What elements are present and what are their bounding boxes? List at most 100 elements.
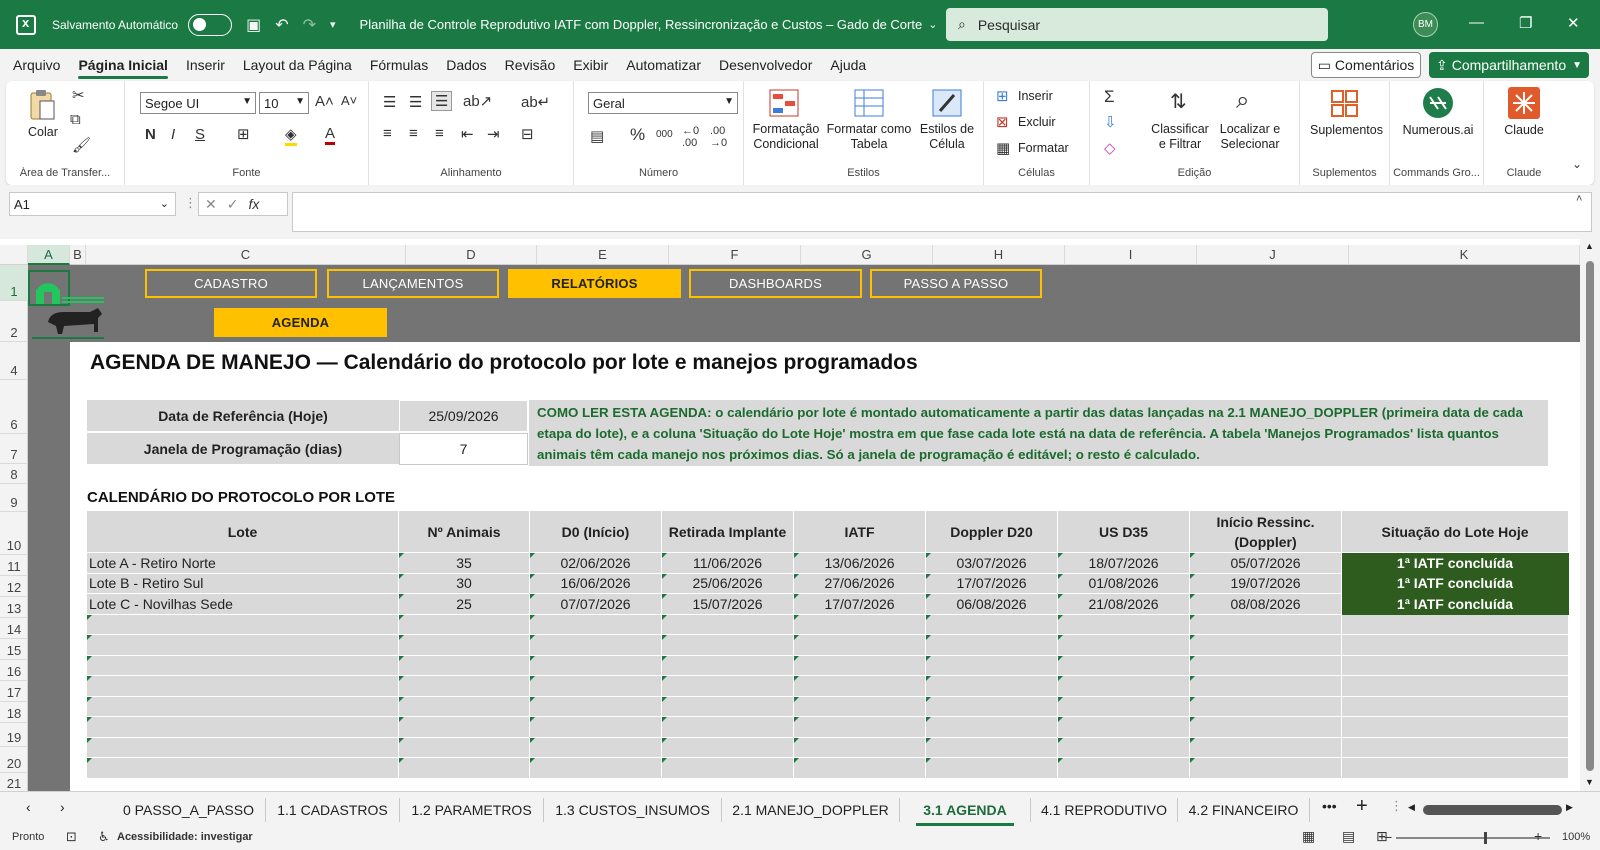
name-box[interactable]: A1 ⌄ [9, 192, 176, 216]
column-header-us[interactable]: US D35 [1057, 510, 1190, 553]
table-cell[interactable]: 03/07/2026 [925, 552, 1058, 574]
table-cell[interactable] [398, 757, 530, 779]
page-layout-icon[interactable]: ▤ [1342, 828, 1355, 845]
table-cell[interactable] [1341, 613, 1569, 635]
column-header-h[interactable]: H [933, 245, 1065, 265]
tab-arquivo[interactable]: Arquivo [13, 53, 60, 77]
scroll-up-icon[interactable]: ▲ [1585, 241, 1594, 251]
zoom-level[interactable]: 100% [1562, 831, 1590, 843]
conditional-format-button[interactable]: Formatação Condicional [746, 122, 826, 152]
addins-icon[interactable] [1330, 89, 1360, 119]
normal-view-icon[interactable]: ▦ [1302, 828, 1315, 845]
table-cell[interactable] [1057, 654, 1190, 676]
table-cell[interactable]: 25/06/2026 [661, 572, 794, 594]
table-cell[interactable]: 17/07/2026 [925, 572, 1058, 594]
format-table-icon[interactable] [854, 89, 884, 119]
sheet-tab-active[interactable]: 3.1 AGENDA [910, 798, 1020, 826]
table-cell[interactable] [529, 736, 662, 758]
table-cell[interactable] [793, 634, 926, 656]
column-header-k[interactable]: K [1349, 245, 1580, 265]
table-cell[interactable] [793, 757, 926, 779]
decrease-indent-icon[interactable]: ⇤ [461, 125, 474, 143]
increase-decimal-icon[interactable]: ←0.00 [682, 125, 699, 149]
align-center-icon[interactable]: ≡ [409, 125, 418, 142]
column-header-b[interactable]: B [70, 245, 86, 265]
ribbon-collapse-icon[interactable]: ⌄ [1572, 157, 1582, 171]
table-cell[interactable] [86, 716, 399, 738]
table-cell[interactable] [925, 675, 1058, 697]
column-header-j[interactable]: J [1197, 245, 1349, 265]
sort-filter-button[interactable]: Classificar e Filtrar [1150, 122, 1210, 152]
sheet-canvas[interactable]: CADASTRO LANÇAMENTOS RELATÓRIOS DASHBOAR… [28, 265, 1580, 791]
share-button[interactable]: ⇪ Compartilhamento ▼ [1429, 52, 1589, 78]
claude-button[interactable]: Claude [1494, 123, 1554, 138]
table-cell[interactable] [1057, 757, 1190, 779]
cell-styles-button[interactable]: Estilos de Célula [914, 122, 980, 152]
row-header[interactable]: 12 [0, 576, 28, 597]
table-cell[interactable]: 19/07/2026 [1189, 572, 1342, 594]
table-cell[interactable]: Lote A - Retiro Norte [86, 552, 399, 574]
currency-icon[interactable]: ▤ [590, 127, 604, 145]
column-header-iatf[interactable]: IATF [793, 510, 926, 553]
table-cell[interactable] [529, 634, 662, 656]
table-cell[interactable] [1189, 716, 1342, 738]
copy-icon[interactable]: ⧉ [70, 111, 81, 128]
align-bottom-icon[interactable]: ☰ [431, 91, 453, 111]
table-cell[interactable] [529, 613, 662, 635]
table-cell[interactable]: 27/06/2026 [793, 572, 926, 594]
align-left-icon[interactable]: ≡ [383, 125, 392, 142]
cell-styles-icon[interactable] [932, 89, 962, 119]
table-cell[interactable] [1057, 634, 1190, 656]
column-header-d[interactable]: D [406, 245, 537, 265]
zoom-in-icon[interactable]: + [1534, 828, 1542, 844]
table-cell[interactable] [661, 695, 794, 717]
column-header-a[interactable]: A [28, 245, 70, 265]
paste-button[interactable]: Colar [28, 125, 58, 140]
scroll-thumb[interactable] [1586, 261, 1594, 771]
tab-ajuda[interactable]: Ajuda [830, 53, 866, 77]
column-header-c[interactable]: C [86, 245, 406, 265]
restore-icon[interactable]: ❐ [1519, 14, 1532, 32]
cut-icon[interactable]: ✂ [72, 86, 85, 104]
row-header[interactable]: 14 [0, 618, 28, 639]
avatar[interactable]: BM [1413, 12, 1438, 37]
row-header[interactable]: 6 [0, 380, 28, 434]
paste-icon[interactable] [28, 89, 58, 120]
table-cell[interactable] [398, 695, 530, 717]
table-cell[interactable] [86, 757, 399, 779]
table-cell[interactable] [1189, 654, 1342, 676]
table-cell[interactable] [661, 675, 794, 697]
tab-automatizar[interactable]: Automatizar [626, 53, 701, 77]
table-cell[interactable] [793, 695, 926, 717]
percent-icon[interactable]: % [630, 125, 645, 145]
align-middle-icon[interactable]: ☰ [409, 93, 422, 111]
table-cell[interactable] [398, 613, 530, 635]
row-header[interactable]: 1 [0, 265, 28, 301]
cancel-icon[interactable]: ✕ [205, 196, 217, 213]
sheet-tab[interactable]: 2.1 MANEJO_DOPPLER [722, 798, 900, 822]
row-header[interactable]: 16 [0, 660, 28, 681]
font-size-select[interactable]: 10 ▼ [259, 92, 309, 114]
reference-date-value[interactable]: 25/09/2026 [399, 400, 528, 432]
table-cell[interactable] [925, 613, 1058, 635]
column-header-doppler[interactable]: Doppler D20 [925, 510, 1058, 553]
add-sheet-icon[interactable]: + [1356, 795, 1368, 818]
table-cell[interactable]: 18/07/2026 [1057, 552, 1190, 574]
column-header-i[interactable]: I [1065, 245, 1197, 265]
table-cell[interactable] [1189, 675, 1342, 697]
table-cell[interactable] [1189, 736, 1342, 758]
table-cell[interactable] [398, 736, 530, 758]
table-cell[interactable] [925, 716, 1058, 738]
increase-indent-icon[interactable]: ⇥ [487, 125, 500, 143]
insert-cells-button[interactable]: Inserir [1018, 89, 1053, 104]
table-cell[interactable] [1189, 613, 1342, 635]
undo-icon[interactable]: ↶ [275, 15, 288, 35]
table-cell[interactable] [86, 675, 399, 697]
table-cell[interactable] [1057, 695, 1190, 717]
minimize-icon[interactable]: — [1469, 14, 1484, 31]
table-cell[interactable] [661, 654, 794, 676]
chevron-down-icon[interactable]: ⌄ [928, 18, 937, 31]
numerous-button[interactable]: Numerous.ai [1396, 123, 1480, 138]
borders-icon[interactable]: ⊞ [237, 125, 250, 143]
tab-scroll-left-icon[interactable]: ‹ [26, 799, 31, 815]
